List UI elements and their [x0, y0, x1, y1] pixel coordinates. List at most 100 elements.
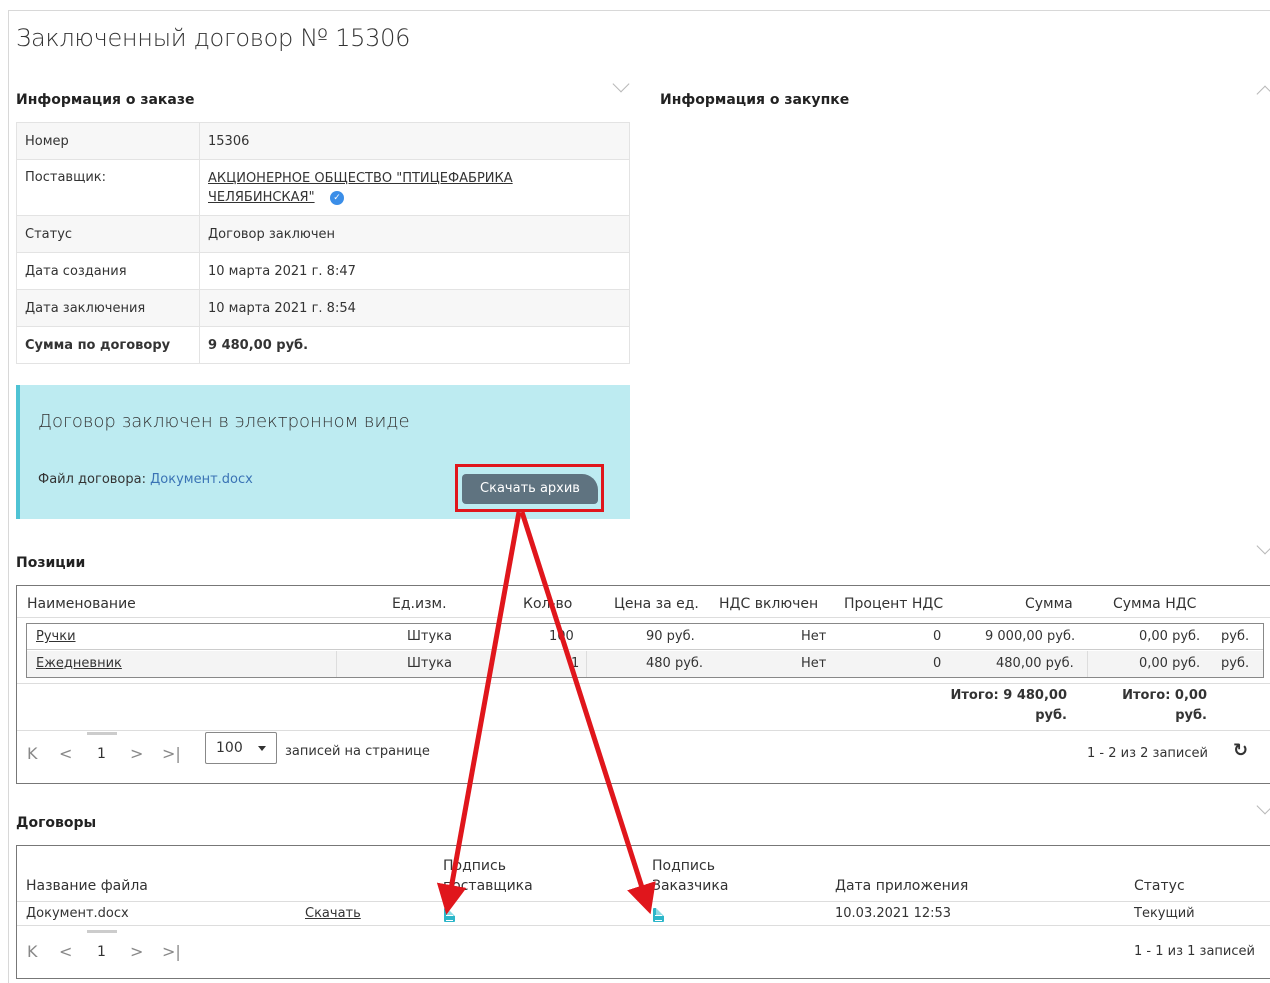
supplier-signature-doc-icon[interactable] — [444, 908, 455, 922]
contracts-grid: Название файла Подпись поставщика Подпис… — [16, 845, 1270, 979]
next-page-icon[interactable]: > — [130, 942, 143, 961]
col-vat-percent[interactable]: Процент НДС — [844, 596, 943, 616]
position-vat-percent: 0 — [933, 629, 942, 644]
econtract-file-link[interactable]: Документ.docx — [150, 472, 253, 487]
col-sum[interactable]: Сумма — [1025, 596, 1073, 616]
info-label: Номер — [16, 122, 200, 160]
position-extra: руб. — [1221, 629, 1250, 644]
econtract-file: Файл договора: Документ.docx — [38, 472, 253, 487]
page-size-select[interactable]: 100 — [205, 732, 277, 764]
info-row-concluded: Дата заключения 10 марта 2021 г. 8:54 — [16, 289, 630, 327]
current-page[interactable]: 1 — [97, 746, 106, 762]
first-page-icon[interactable]: K — [27, 744, 38, 763]
col-customer-signature-line2: Заказчика — [652, 878, 729, 894]
info-row-created: Дата создания 10 марта 2021 г. 8:47 — [16, 252, 630, 290]
info-row-number: Номер 15306 — [16, 122, 630, 160]
col-supplier-signature[interactable]: Подпись поставщика — [443, 856, 533, 896]
info-value-number: 15306 — [199, 122, 630, 160]
info-value-concluded: 10 марта 2021 г. 8:54 — [199, 289, 630, 327]
contract-date: 10.03.2021 12:53 — [835, 906, 952, 921]
info-label: Статус — [16, 215, 200, 253]
table-row[interactable]: Ежедневник Штука 1 480 руб. Нет 0 480,00… — [27, 651, 1263, 677]
current-page[interactable]: 1 — [97, 944, 106, 960]
info-row-status: Статус Договор заключен — [16, 215, 630, 253]
position-vat-sum: 0,00 руб. — [1139, 629, 1201, 644]
col-qty[interactable]: Кол-во — [523, 596, 572, 616]
econtract-file-label: Файл договора: — [38, 472, 146, 487]
col-status[interactable]: Статус — [1134, 876, 1185, 896]
download-archive-button[interactable]: Скачать архив — [462, 474, 598, 504]
cell-divider — [586, 651, 587, 677]
position-sum: 480,00 руб. — [996, 656, 1074, 671]
table-row[interactable]: Ручки Штука 100 90 руб. Нет 0 9 000,00 р… — [27, 624, 1263, 650]
position-qty: 1 — [571, 656, 580, 671]
first-page-icon[interactable]: K — [27, 942, 38, 961]
position-unit: Штука — [407, 629, 452, 644]
total-vat-line2: руб. — [1175, 708, 1207, 723]
cell-divider — [1087, 651, 1088, 677]
col-price[interactable]: Цена за ед. — [614, 596, 699, 616]
order-info-title: Информация о заказе — [16, 92, 195, 108]
info-value-sum: 9 480,00 руб. — [199, 326, 630, 364]
info-value-status: Договор заключен — [199, 215, 630, 253]
col-attachment-date[interactable]: Дата приложения — [835, 876, 968, 896]
contract-status: Текущий — [1134, 906, 1195, 921]
total-sum: Итого: 9 480,00 руб. — [947, 686, 1067, 726]
position-sum: 9 000,00 руб. — [985, 629, 1076, 644]
position-price: 480 руб. — [646, 656, 704, 671]
position-name-link[interactable]: Ежедневник — [36, 656, 122, 671]
position-extra: руб. — [1221, 656, 1250, 671]
position-qty: 100 — [549, 629, 574, 644]
table-row[interactable]: Документ.docx Скачать 10.03.2021 12:53 Т… — [17, 901, 1270, 926]
header-divider — [17, 617, 1270, 618]
prev-page-icon[interactable]: < — [59, 744, 72, 763]
info-value-created: 10 марта 2021 г. 8:47 — [199, 252, 630, 290]
dropdown-caret-icon — [258, 746, 266, 751]
contracts-title: Договоры — [16, 815, 97, 831]
total-vat-line1: Итого: 0,00 — [1122, 688, 1207, 703]
customer-signature-doc-icon[interactable] — [653, 908, 664, 922]
total-sum-line2: руб. — [1035, 708, 1067, 723]
page-size-value: 100 — [216, 740, 243, 756]
contracts-pager: K < 1 > >| 1 - 1 из 1 записей — [27, 930, 1267, 972]
info-row-supplier: Поставщик: АКЦИОНЕРНОЕ ОБЩЕСТВО "ПТИЦЕФА… — [16, 159, 630, 216]
info-label: Дата создания — [16, 252, 200, 290]
contracts-records-count: 1 - 1 из 1 записей — [1134, 944, 1255, 959]
col-file-name[interactable]: Название файла — [26, 876, 148, 896]
positions-grid: Наименование Ед.изм. Кол-во Цена за ед. … — [16, 585, 1270, 784]
position-vat-percent: 0 — [933, 656, 942, 671]
refresh-icon[interactable]: ↻ — [1233, 740, 1248, 761]
position-unit: Штука — [407, 656, 452, 671]
info-label: Дата заключения — [16, 289, 200, 327]
total-vat: Итого: 0,00 руб. — [1107, 686, 1207, 726]
verified-check-icon: ✓ — [330, 191, 344, 205]
position-vat-sum: 0,00 руб. — [1139, 656, 1201, 671]
col-vat-sum[interactable]: Сумма НДС — [1113, 596, 1196, 616]
position-price: 90 руб. — [646, 629, 695, 644]
position-name-link[interactable]: Ручки — [36, 629, 76, 644]
position-vat-included: Нет — [801, 656, 827, 671]
info-label: Поставщик: — [16, 159, 200, 216]
purchase-info-title: Информация о закупке — [660, 92, 850, 108]
col-unit[interactable]: Ед.изм. — [392, 596, 447, 616]
current-page-indicator — [87, 732, 117, 735]
prev-page-icon[interactable]: < — [59, 942, 72, 961]
totals-divider-bottom — [17, 730, 1270, 731]
position-vat-included: Нет — [801, 629, 827, 644]
cell-divider — [336, 651, 337, 677]
last-page-icon[interactable]: >| — [162, 744, 181, 763]
col-customer-signature[interactable]: Подпись Заказчика — [652, 856, 728, 896]
contract-download-link[interactable]: Скачать — [305, 906, 361, 921]
total-sum-line1: Итого: 9 480,00 — [950, 688, 1067, 703]
positions-rows: Ручки Штука 100 90 руб. Нет 0 9 000,00 р… — [26, 623, 1264, 678]
next-page-icon[interactable]: > — [130, 744, 143, 763]
col-vat-included[interactable]: НДС включен — [719, 596, 818, 616]
totals-divider-top — [17, 683, 1270, 684]
last-page-icon[interactable]: >| — [162, 942, 181, 961]
col-name[interactable]: Наименование — [27, 596, 136, 616]
info-value-supplier: АКЦИОНЕРНОЕ ОБЩЕСТВО "ПТИЦЕФАБРИКА ЧЕЛЯБ… — [199, 159, 630, 216]
supplier-link[interactable]: АКЦИОНЕРНОЕ ОБЩЕСТВО "ПТИЦЕФАБРИКА ЧЕЛЯБ… — [208, 169, 538, 207]
econtract-heading: Договор заключен в электронном виде — [38, 411, 410, 432]
contract-file-name: Документ.docx — [26, 906, 129, 921]
col-supplier-signature-line2: поставщика — [443, 878, 533, 894]
